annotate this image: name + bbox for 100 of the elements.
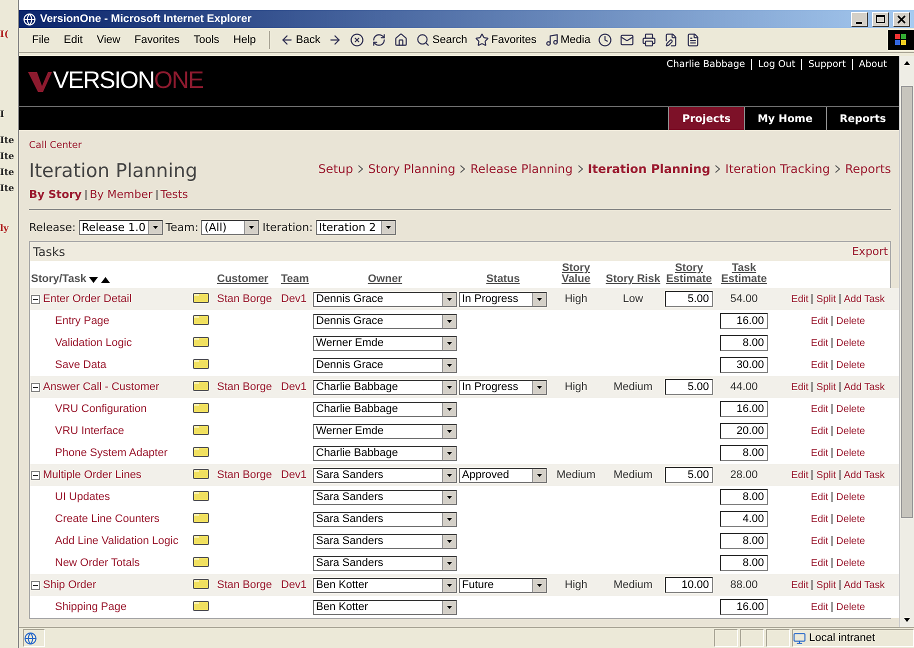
task-estimate-field[interactable]: 20.00 — [720, 423, 768, 439]
owner-select[interactable]: Werner Emde — [313, 336, 457, 350]
row-action-link[interactable]: Add Task — [844, 580, 885, 590]
column-header[interactable]: Story Risk — [604, 261, 662, 288]
task-link[interactable]: Add Line Validation Logic — [55, 535, 178, 547]
collapse-icon[interactable] — [31, 470, 40, 480]
owner-select[interactable]: Charlie Babbage — [313, 402, 457, 416]
story-link[interactable]: Multiple Order Lines — [43, 469, 142, 481]
collapse-icon[interactable] — [31, 580, 40, 590]
owner-select[interactable]: Charlie Babbage — [313, 380, 457, 394]
owner-select[interactable]: Sara Sanders — [313, 490, 457, 504]
search-button[interactable]: Search — [412, 33, 472, 47]
filter-select[interactable]: (All) — [201, 220, 260, 235]
close-button[interactable] — [893, 12, 910, 26]
row-action-link[interactable]: Add Task — [844, 382, 885, 392]
task-link[interactable]: Save Data — [55, 359, 106, 371]
workflow-link[interactable]: Iteration Tracking — [725, 162, 830, 176]
filter-select[interactable]: Release 1.0 — [78, 220, 163, 235]
row-action-link[interactable]: Split — [816, 294, 836, 304]
row-action-link[interactable]: Edit — [810, 514, 828, 524]
note-icon[interactable] — [193, 292, 209, 303]
column-header[interactable]: Story Value — [548, 261, 604, 288]
task-estimate-field[interactable]: 16.00 — [720, 313, 768, 329]
row-action-link[interactable]: Split — [816, 470, 836, 480]
workflow-link[interactable]: Release Planning — [470, 162, 573, 176]
note-icon[interactable] — [193, 512, 209, 523]
row-action-link[interactable]: Edit — [791, 382, 808, 392]
row-action-link[interactable]: Split — [816, 382, 836, 392]
sort-arrows-icon[interactable] — [89, 276, 112, 284]
owner-select[interactable]: Dennis Grace — [313, 292, 457, 306]
view-link[interactable]: Tests — [160, 188, 188, 201]
story-link[interactable]: Ship Order — [43, 579, 96, 591]
row-action-link[interactable]: Delete — [836, 448, 866, 458]
row-action-link[interactable]: Delete — [836, 426, 866, 436]
header-link[interactable]: About — [852, 59, 893, 70]
task-estimate-field[interactable]: 30.00 — [720, 357, 768, 373]
nav-tab[interactable]: Projects — [668, 107, 744, 130]
owner-select[interactable]: Ben Kotter — [313, 600, 457, 614]
row-action-link[interactable]: Add Task — [844, 294, 885, 304]
row-action-link[interactable]: Edit — [810, 602, 828, 612]
task-estimate-field[interactable]: 4.00 — [720, 511, 768, 527]
scrollbar-thumb[interactable] — [901, 86, 913, 518]
menu-item[interactable]: View — [90, 34, 128, 46]
note-icon[interactable] — [193, 578, 209, 589]
row-action-link[interactable]: Delete — [836, 602, 866, 612]
task-link[interactable]: Shipping Page — [55, 601, 127, 613]
note-icon[interactable] — [193, 358, 209, 369]
note-icon[interactable] — [193, 402, 209, 413]
note-icon[interactable] — [193, 424, 209, 435]
note-icon[interactable] — [193, 336, 209, 347]
owner-select[interactable]: Ben Kotter — [313, 578, 457, 592]
owner-select[interactable]: Dennis Grace — [313, 314, 457, 328]
note-icon[interactable] — [193, 490, 209, 501]
row-action-link[interactable]: Edit — [810, 536, 828, 546]
menu-item[interactable]: Tools — [186, 34, 226, 46]
view-link[interactable]: By Member — [90, 188, 153, 201]
task-estimate-field[interactable]: 8.00 — [720, 445, 768, 461]
row-action-link[interactable]: Edit — [810, 404, 828, 414]
owner-select[interactable]: Sara Sanders — [313, 534, 457, 548]
row-action-link[interactable]: Edit — [810, 558, 828, 568]
note-icon[interactable] — [193, 534, 209, 545]
column-header[interactable]: Team — [280, 261, 312, 288]
task-link[interactable]: Entry Page — [55, 315, 110, 327]
task-link[interactable]: VRU Configuration — [55, 403, 147, 415]
story-link[interactable]: Answer Call - Customer — [43, 381, 160, 393]
workflow-link[interactable]: Reports — [844, 162, 891, 176]
story-estimate-field[interactable]: 5.00 — [665, 379, 713, 395]
menu-item[interactable]: Help — [226, 34, 263, 46]
owner-select[interactable]: Sara Sanders — [313, 556, 457, 570]
note-icon[interactable] — [193, 446, 209, 457]
row-action-link[interactable]: Edit — [810, 492, 828, 502]
row-action-link[interactable]: Add Task — [844, 470, 885, 480]
row-action-link[interactable]: Edit — [810, 448, 828, 458]
column-header[interactable]: Task Estimate — [716, 261, 772, 288]
task-estimate-field[interactable]: 8.00 — [720, 335, 768, 351]
row-action-link[interactable]: Split — [816, 580, 836, 590]
view-link[interactable]: By Story — [29, 188, 82, 201]
back-button[interactable]: Back — [276, 33, 324, 47]
story-estimate-field[interactable]: 5.00 — [665, 291, 713, 307]
favorites-button[interactable]: Favorites — [471, 33, 540, 47]
column-header[interactable]: Story Estimate — [662, 261, 716, 288]
owner-select[interactable]: Dennis Grace — [313, 358, 457, 372]
owner-select[interactable]: Sara Sanders — [313, 512, 457, 526]
task-link[interactable]: Validation Logic — [55, 337, 132, 349]
note-icon[interactable] — [193, 600, 209, 611]
note-icon[interactable] — [193, 556, 209, 567]
header-link[interactable]: Support — [801, 59, 852, 70]
story-estimate-field[interactable]: 10.00 — [665, 577, 713, 593]
status-select[interactable]: Approved — [459, 468, 547, 482]
row-action-link[interactable]: Delete — [836, 536, 866, 546]
collapse-icon[interactable] — [31, 382, 40, 392]
row-action-link[interactable]: Delete — [836, 514, 866, 524]
story-estimate-field[interactable]: 5.00 — [665, 467, 713, 483]
row-action-link[interactable]: Delete — [836, 316, 866, 326]
menu-item[interactable]: Favorites — [127, 34, 187, 46]
story-link[interactable]: Enter Order Detail — [43, 293, 132, 305]
export-link[interactable]: Export — [852, 245, 888, 258]
task-estimate-field[interactable]: 16.00 — [720, 401, 768, 417]
task-link[interactable]: VRU Interface — [55, 425, 124, 437]
row-action-link[interactable]: Edit — [791, 294, 808, 304]
